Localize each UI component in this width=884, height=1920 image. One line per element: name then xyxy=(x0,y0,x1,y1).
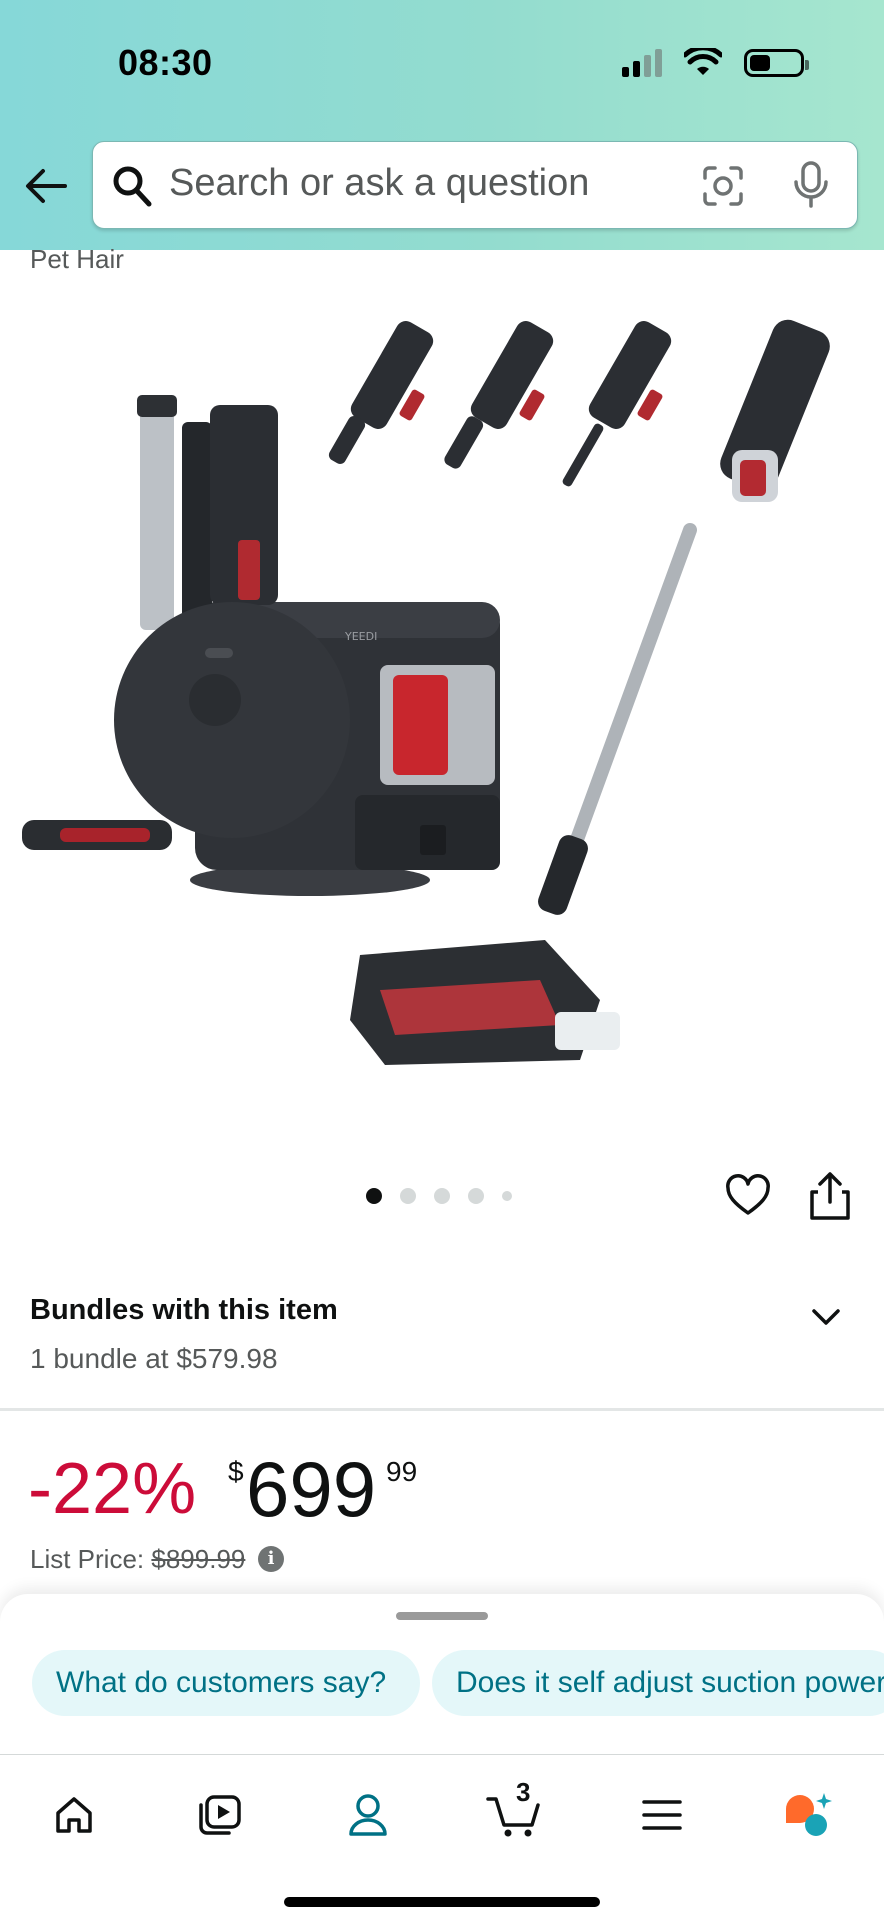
price-whole: 699 xyxy=(246,1445,377,1533)
cart-icon xyxy=(486,1797,540,1837)
back-arrow-icon xyxy=(26,169,67,203)
suggestion-chip[interactable]: What do customers say? xyxy=(32,1650,420,1716)
chevron-down-icon[interactable] xyxy=(806,1302,846,1332)
status-time: 08:30 xyxy=(118,42,213,83)
nav-menu[interactable] xyxy=(632,1785,692,1845)
search-bar[interactable]: Search or ask a question xyxy=(92,141,858,229)
home-icon xyxy=(56,1797,92,1833)
list-price-value: $899.99 xyxy=(151,1544,246,1574)
video-icon xyxy=(199,1795,241,1835)
rufus-icon xyxy=(786,1793,832,1836)
nav-home[interactable] xyxy=(44,1785,104,1845)
camera-lens-icon[interactable] xyxy=(701,164,745,208)
price-currency: $ xyxy=(228,1456,244,1487)
carousel-dot[interactable] xyxy=(434,1188,450,1204)
top-header: 08:30 Search or ask a question xyxy=(0,0,884,250)
price-fraction: 99 xyxy=(386,1456,418,1487)
list-price-label: List Price: xyxy=(30,1544,145,1574)
suggestion-chip[interactable]: Does it self adjust suction power? xyxy=(432,1650,884,1716)
account-icon xyxy=(349,1794,387,1836)
brand-mark: YEEDI xyxy=(344,630,377,643)
bottom-navigation: 3 xyxy=(0,1754,884,1920)
search-icon xyxy=(113,166,152,207)
bundles-subtitle: 1 bundle at $579.98 xyxy=(30,1343,278,1374)
image-carousel-dots[interactable] xyxy=(366,1188,512,1204)
wishlist-heart-icon[interactable] xyxy=(724,1172,772,1220)
home-indicator[interactable] xyxy=(284,1897,600,1907)
info-icon[interactable]: i xyxy=(258,1546,284,1572)
menu-icon xyxy=(642,1800,682,1830)
ai-suggestions-sheet[interactable]: What do customers say? Does it self adju… xyxy=(0,1594,884,1754)
list-price: List Price: $899.99 xyxy=(30,1544,245,1575)
sheet-drag-handle[interactable] xyxy=(396,1612,488,1620)
carousel-dot[interactable] xyxy=(468,1188,484,1204)
discount-percent: -22% xyxy=(28,1449,197,1529)
section-divider xyxy=(0,1408,884,1411)
battery-icon xyxy=(744,49,809,77)
carousel-dot[interactable] xyxy=(502,1191,512,1201)
nav-video[interactable] xyxy=(190,1785,250,1845)
nav-rufus[interactable] xyxy=(778,1785,838,1845)
microphone-icon[interactable] xyxy=(793,160,829,210)
status-icons xyxy=(622,48,809,78)
carousel-dot[interactable] xyxy=(366,1188,382,1204)
product-image[interactable]: YEEDI xyxy=(0,300,884,1100)
bundles-title[interactable]: Bundles with this item xyxy=(30,1294,338,1327)
share-icon[interactable] xyxy=(806,1170,854,1222)
product-title-tail: Pet Hair xyxy=(30,244,124,274)
cart-count-badge: 3 xyxy=(516,1777,531,1807)
nav-cart[interactable] xyxy=(484,1785,544,1845)
cellular-signal-icon xyxy=(622,49,662,77)
wifi-icon xyxy=(684,48,722,75)
back-button[interactable] xyxy=(24,164,68,208)
nav-account[interactable] xyxy=(338,1785,398,1845)
search-input[interactable]: Search or ask a question xyxy=(169,162,589,205)
carousel-dot[interactable] xyxy=(400,1188,416,1204)
